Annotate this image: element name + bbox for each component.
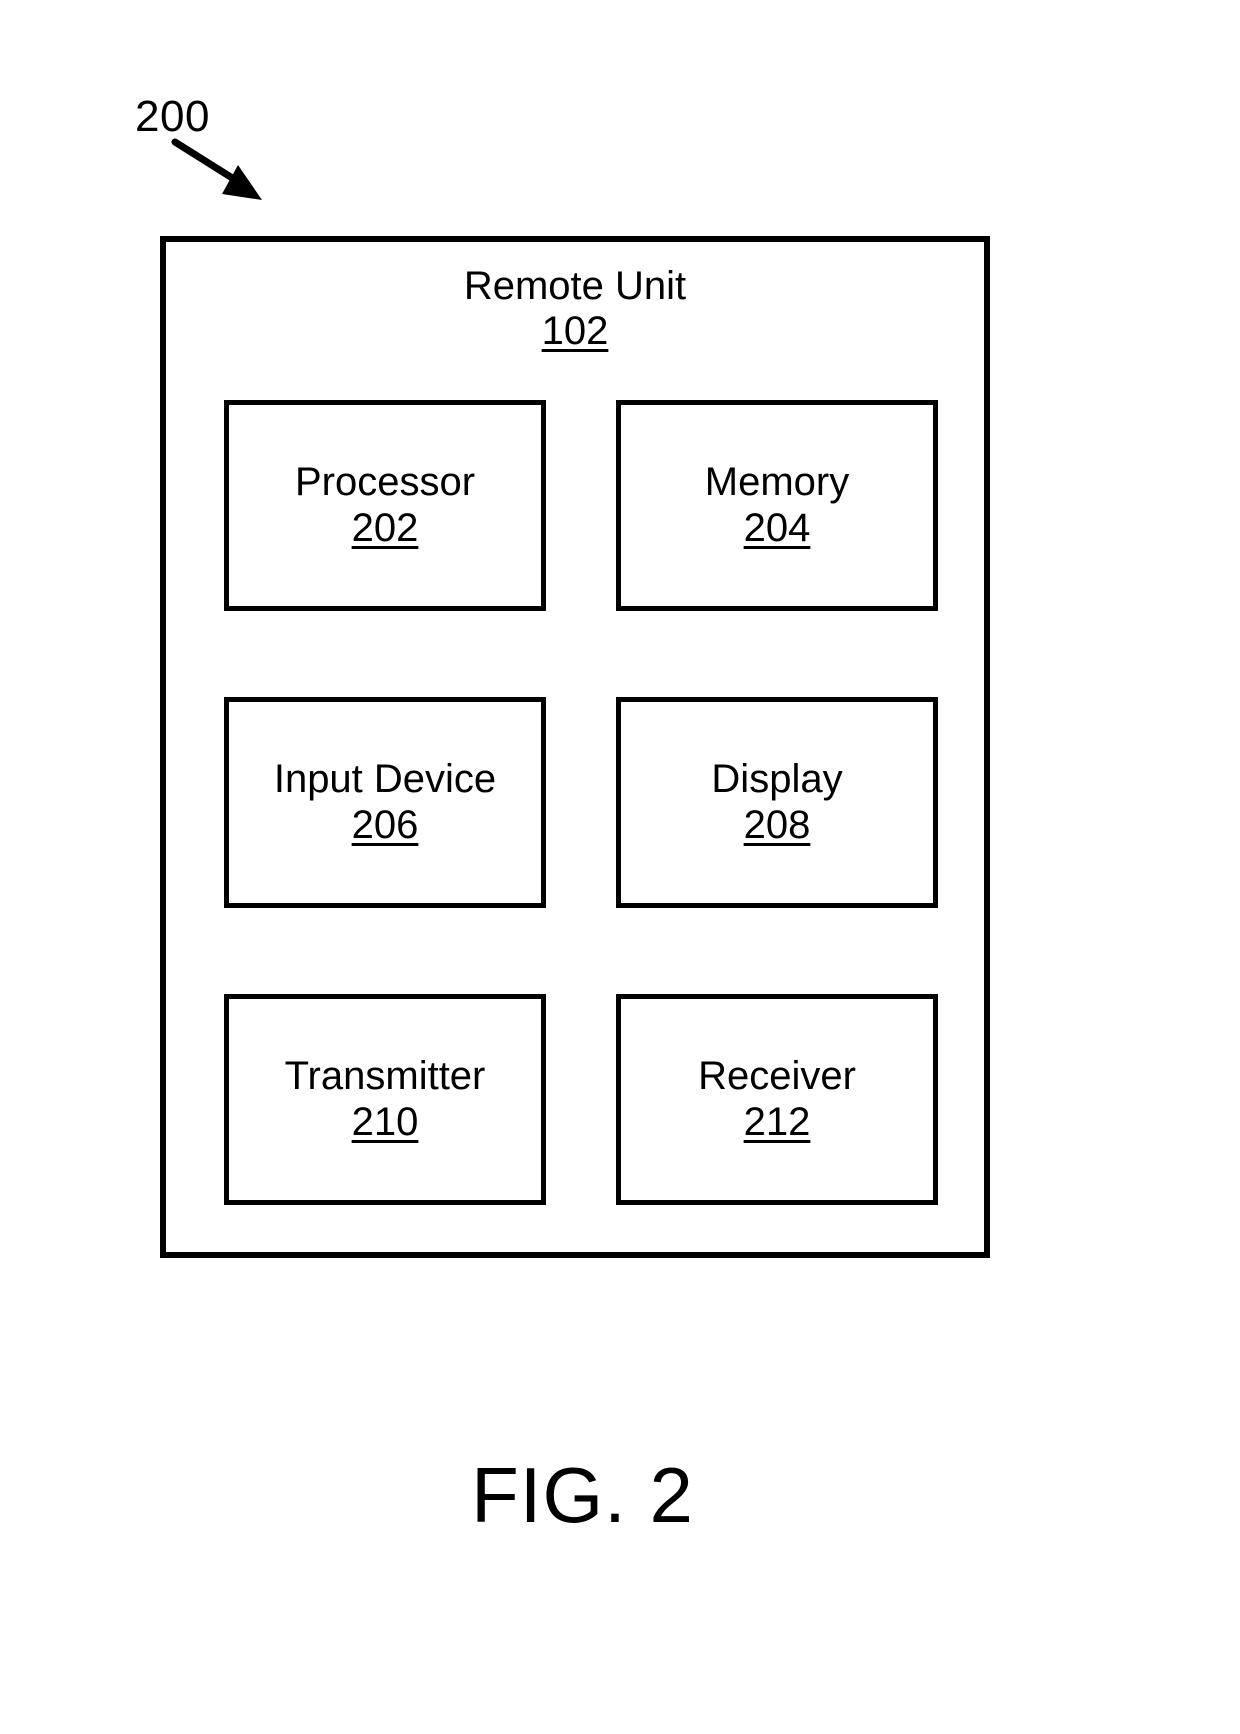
component-reference-memory: 204 bbox=[743, 505, 811, 550]
component-reference-input-device: 206 bbox=[351, 802, 419, 847]
component-reference-processor: 202 bbox=[351, 505, 419, 550]
component-box-memory: Memory 204 bbox=[616, 400, 938, 611]
component-grid: Processor 202 Memory 204 Input Device 20… bbox=[224, 400, 938, 1205]
component-label-receiver: Receiver bbox=[698, 1053, 856, 1098]
component-label-display: Display bbox=[711, 756, 843, 801]
component-label-input-device: Input Device bbox=[273, 756, 497, 801]
remote-unit-title: Remote Unit bbox=[463, 264, 687, 308]
figure-canvas: 200 Remote Unit 102 Processor 202 Memory… bbox=[0, 0, 1240, 1734]
remote-unit-title-group: Remote Unit 102 bbox=[166, 264, 984, 354]
component-label-memory: Memory bbox=[704, 459, 850, 504]
diagonal-arrow-icon bbox=[171, 138, 262, 200]
component-box-processor: Processor 202 bbox=[224, 400, 546, 611]
remote-unit-reference-number: 102 bbox=[541, 308, 609, 353]
component-box-input-device: Input Device 206 bbox=[224, 697, 546, 908]
component-reference-receiver: 212 bbox=[743, 1099, 811, 1144]
remote-unit-box: Remote Unit 102 Processor 202 Memory 204… bbox=[160, 236, 990, 1258]
component-label-transmitter: Transmitter bbox=[284, 1053, 486, 1098]
component-label-processor: Processor bbox=[294, 459, 476, 504]
component-box-receiver: Receiver 212 bbox=[616, 994, 938, 1205]
component-box-transmitter: Transmitter 210 bbox=[224, 994, 546, 1205]
component-reference-display: 208 bbox=[743, 802, 811, 847]
component-reference-transmitter: 210 bbox=[351, 1099, 419, 1144]
component-box-display: Display 208 bbox=[616, 697, 938, 908]
figure-caption: FIG. 2 bbox=[471, 1451, 694, 1539]
